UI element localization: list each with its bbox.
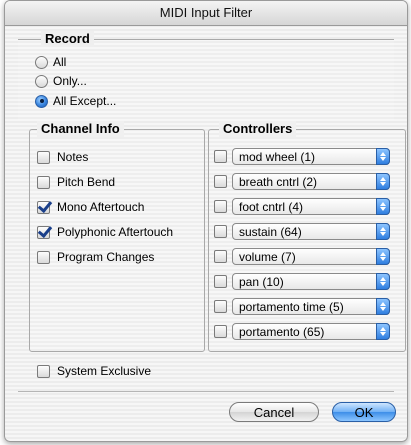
controller-row: mod wheel (1): [214, 146, 390, 166]
controller-popup[interactable]: sustain (64): [232, 222, 390, 240]
controller-row: foot cntrl (4): [214, 196, 390, 216]
channel-item-pitch-bend[interactable]: Pitch Bend: [37, 174, 115, 190]
record-option-all-label: All: [53, 55, 67, 69]
controllers-legend: Controllers: [219, 121, 297, 137]
controller-popup-value: volume (7): [239, 249, 296, 264]
controller-checkbox[interactable]: [214, 249, 227, 263]
program-changes-label: Program Changes: [57, 250, 155, 264]
midi-input-filter-dialog: MIDI Input Filter Record All Only... All…: [4, 0, 408, 442]
notes-label: Notes: [57, 150, 89, 164]
controller-row: portamento time (5): [214, 296, 390, 316]
system-exclusive-checkbox[interactable]: [37, 364, 50, 378]
controller-row: portamento (65): [214, 321, 390, 341]
ok-button[interactable]: OK: [332, 402, 396, 422]
mono-aftertouch-checkbox[interactable]: [37, 200, 50, 214]
radio-all-except[interactable]: [35, 94, 48, 108]
popup-arrows-icon: [376, 172, 390, 190]
controller-checkbox[interactable]: [214, 174, 227, 188]
pitch-bend-checkbox[interactable]: [37, 175, 50, 189]
controller-row: volume (7): [214, 246, 390, 266]
controller-row: breath cntrl (2): [214, 171, 390, 191]
notes-checkbox[interactable]: [37, 150, 50, 164]
pitch-bend-label: Pitch Bend: [57, 175, 116, 189]
controllers-list: mod wheel (1) breath cntrl (2) foot cntr…: [214, 146, 400, 346]
polyphonic-aftertouch-checkbox[interactable]: [37, 225, 50, 239]
controller-popup-value: sustain (64): [239, 224, 302, 239]
channel-item-notes[interactable]: Notes: [37, 149, 88, 165]
record-option-only[interactable]: Only...: [35, 73, 87, 89]
popup-arrows-icon: [376, 222, 390, 240]
controller-popup[interactable]: mod wheel (1): [232, 147, 390, 165]
controller-row: sustain (64): [214, 221, 390, 241]
channel-info-legend: Channel Info: [37, 121, 124, 137]
controller-popup-value: mod wheel (1): [239, 149, 316, 164]
controller-popup-value: portamento (65): [239, 324, 325, 339]
popup-arrows-icon: [376, 297, 390, 315]
popup-arrows-icon: [376, 197, 390, 215]
controller-popup[interactable]: portamento time (5): [232, 297, 390, 315]
controller-popup[interactable]: volume (7): [232, 247, 390, 265]
record-option-only-label: Only...: [53, 74, 87, 88]
controller-checkbox[interactable]: [214, 274, 227, 288]
controller-checkbox[interactable]: [214, 324, 227, 338]
controller-checkbox[interactable]: [214, 299, 227, 313]
record-option-all-except[interactable]: All Except...: [35, 93, 116, 109]
popup-arrows-icon: [376, 322, 390, 340]
channel-item-polyphonic-aftertouch[interactable]: Polyphonic Aftertouch: [37, 224, 173, 240]
controller-row: pan (10): [214, 271, 390, 291]
record-option-all[interactable]: All: [35, 54, 66, 70]
popup-arrows-icon: [376, 272, 390, 290]
mono-aftertouch-label: Mono Aftertouch: [57, 200, 145, 214]
program-changes-checkbox[interactable]: [37, 250, 50, 264]
radio-only[interactable]: [35, 74, 48, 88]
system-exclusive-option[interactable]: System Exclusive: [37, 363, 151, 379]
controller-popup[interactable]: pan (10): [232, 272, 390, 290]
controller-popup[interactable]: foot cntrl (4): [232, 197, 390, 215]
record-legend: Record: [41, 31, 94, 47]
cancel-button[interactable]: Cancel: [229, 402, 319, 422]
controller-popup-value: foot cntrl (4): [239, 199, 304, 214]
system-exclusive-label: System Exclusive: [57, 364, 152, 378]
radio-all[interactable]: [35, 55, 48, 69]
channel-item-mono-aftertouch[interactable]: Mono Aftertouch: [37, 199, 144, 215]
controller-popup-value: pan (10): [239, 274, 284, 289]
channel-item-program-changes[interactable]: Program Changes: [37, 249, 154, 265]
controller-popup[interactable]: breath cntrl (2): [232, 172, 390, 190]
popup-arrows-icon: [376, 247, 390, 265]
controller-popup[interactable]: portamento (65): [232, 322, 390, 340]
controller-checkbox[interactable]: [214, 149, 227, 163]
popup-arrows-icon: [376, 147, 390, 165]
polyphonic-aftertouch-label: Polyphonic Aftertouch: [57, 225, 174, 239]
divider: [18, 391, 394, 392]
controller-checkbox[interactable]: [214, 199, 227, 213]
controller-checkbox[interactable]: [214, 224, 227, 238]
controller-popup-value: breath cntrl (2): [239, 174, 318, 189]
window-title: MIDI Input Filter: [5, 1, 407, 26]
controller-popup-value: portamento time (5): [239, 299, 344, 314]
record-option-all-except-label: All Except...: [53, 94, 117, 108]
